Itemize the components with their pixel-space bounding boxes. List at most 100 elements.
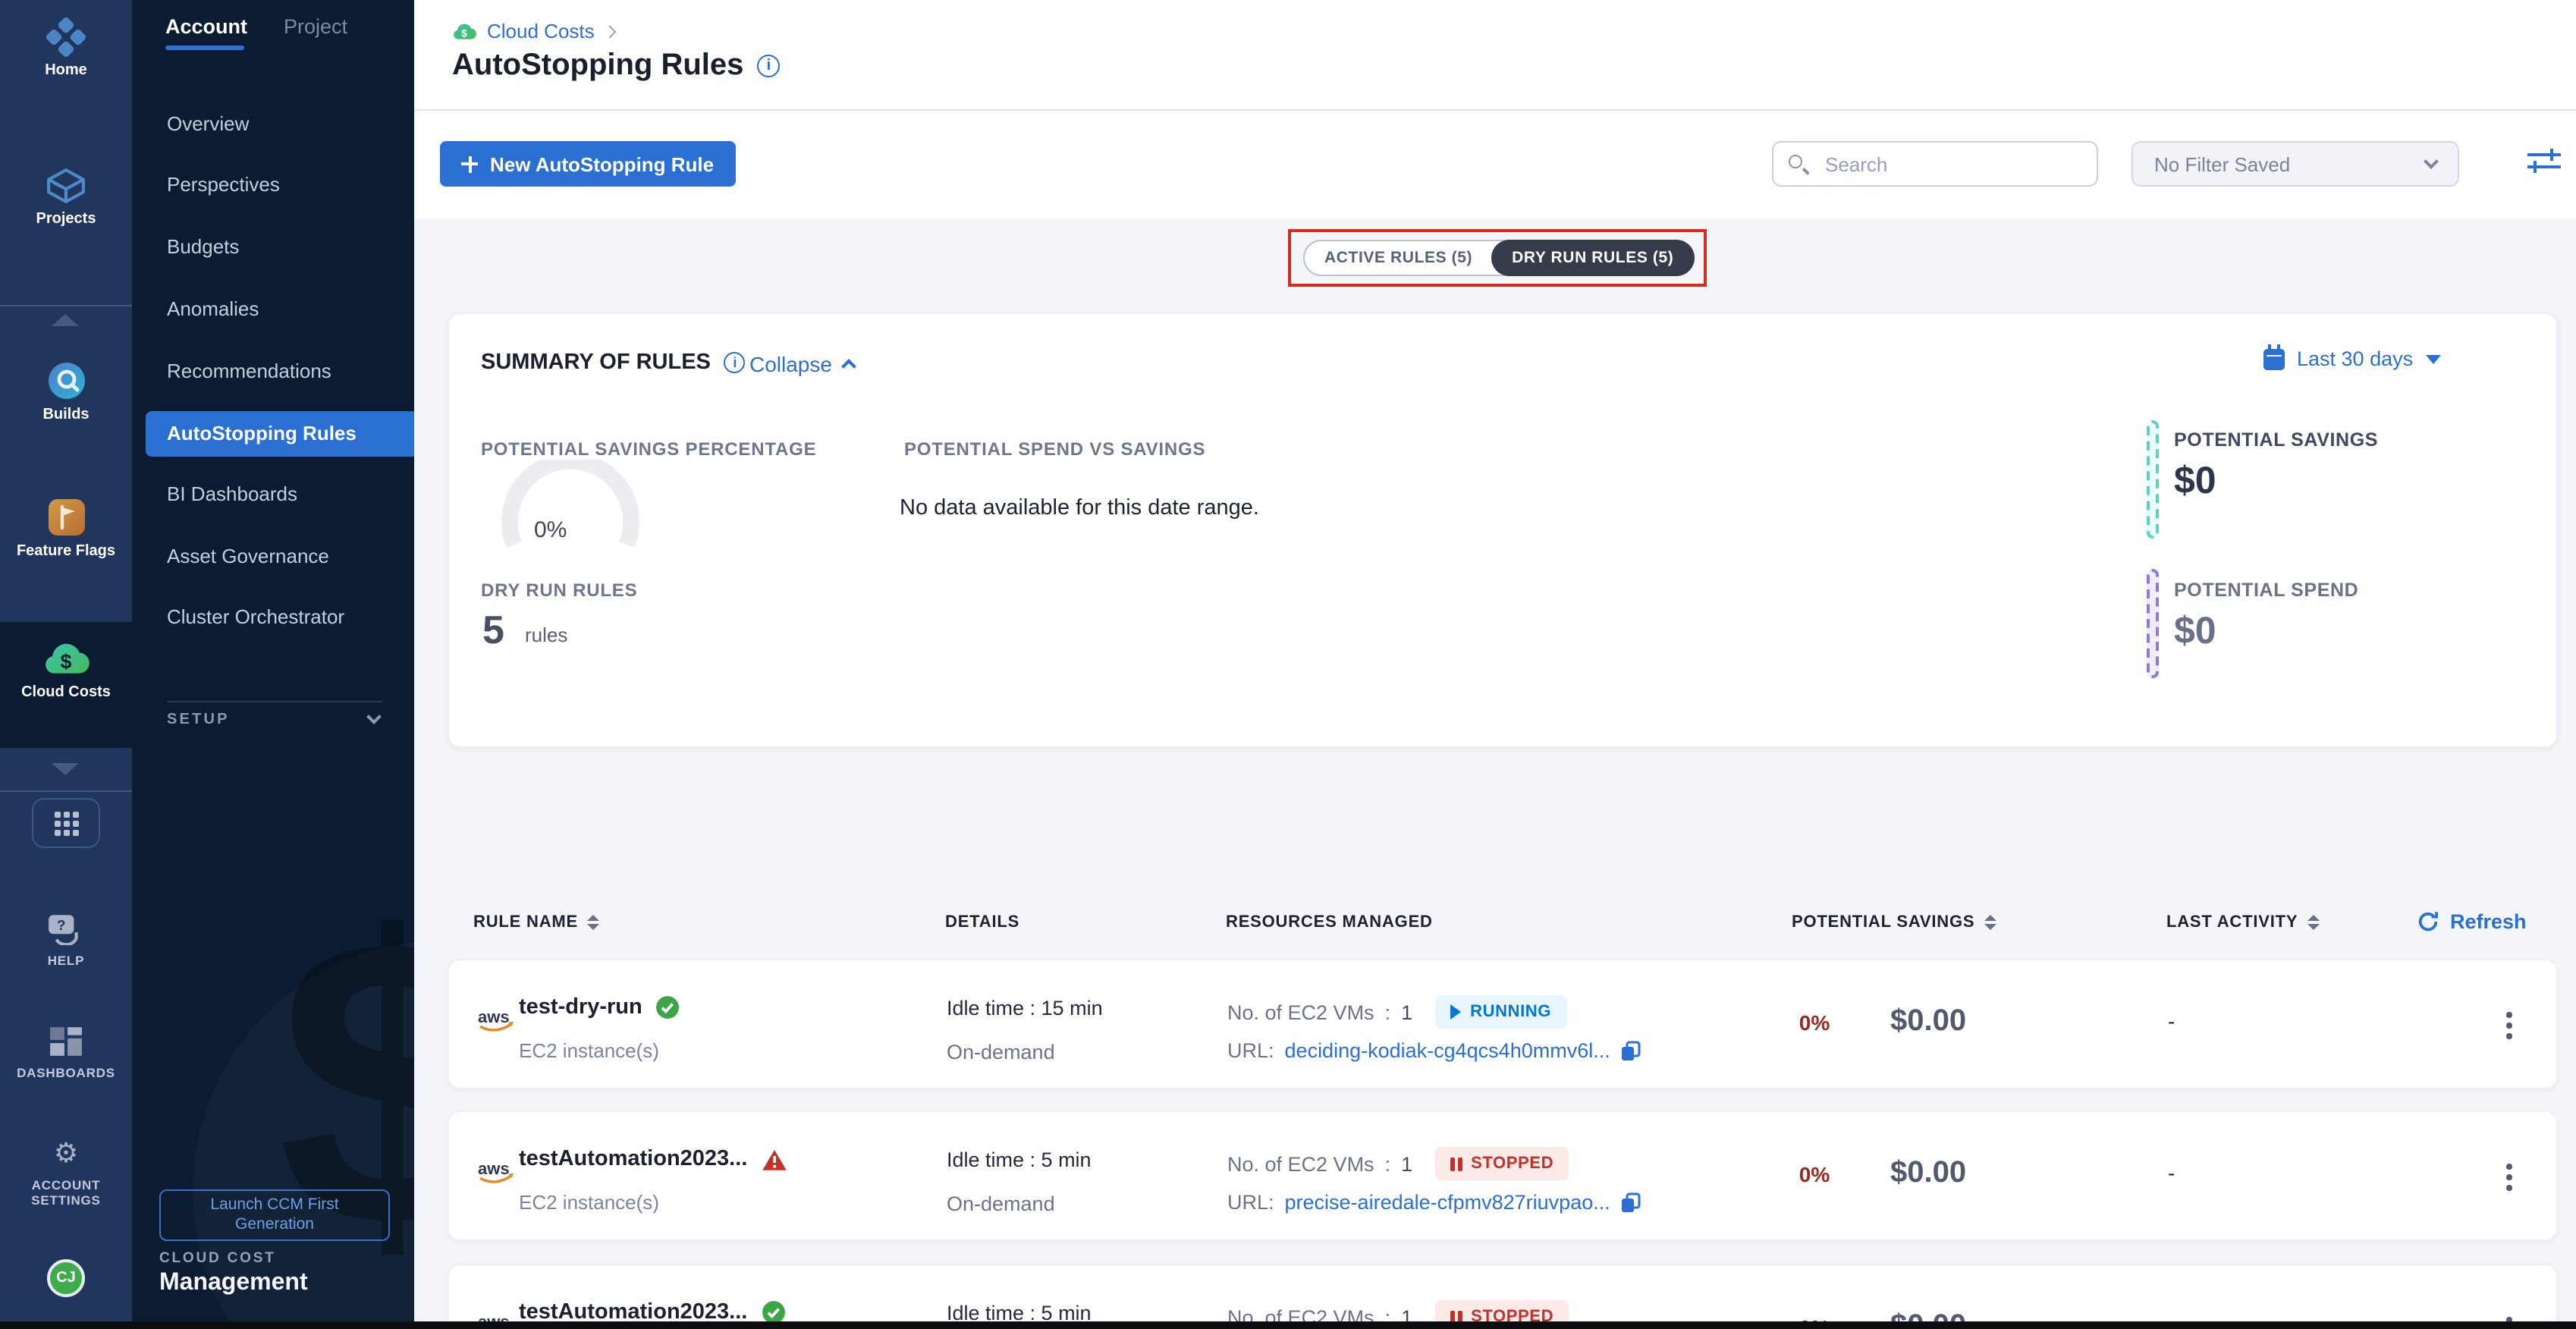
sidebar-item-perspectives[interactable]: Perspectives <box>132 162 414 208</box>
sidebar-item-overview[interactable]: Overview <box>132 102 414 147</box>
rule-name[interactable]: test-dry-run <box>519 995 642 1020</box>
sidebar-item-builds[interactable]: Builds <box>0 360 132 424</box>
gauge-value: 0% <box>534 517 567 543</box>
potential-savings-label: POTENTIAL SAVINGS <box>2174 429 2378 451</box>
sidebar-item-cloud-costs[interactable]: $ Cloud Costs <box>0 637 132 702</box>
rule-url-row: URL: precise-airedale-cfpmv827riuvpao... <box>1227 1191 1642 1214</box>
url-link[interactable]: precise-airedale-cfpmv827riuvpao... <box>1285 1191 1610 1214</box>
gear-icon: ⚙ <box>0 1132 132 1174</box>
rail-label: Builds <box>0 407 132 424</box>
collapse-up-icon[interactable] <box>52 314 79 326</box>
collapse-link[interactable]: Collapse <box>749 352 855 376</box>
sidebar-item-asset-governance[interactable]: Asset Governance <box>132 534 414 580</box>
sidebar-item-bi-dashboards[interactable]: BI Dashboards <box>132 472 414 517</box>
tab-account[interactable]: Account <box>165 15 247 38</box>
row-menu-button[interactable] <box>2500 1006 2518 1045</box>
refresh-button[interactable]: Refresh <box>2417 910 2527 933</box>
avatar-initials: CJ <box>56 1270 76 1287</box>
spend-accent-bar <box>2147 569 2159 678</box>
col-potential-savings[interactable]: POTENTIAL SAVINGS <box>1792 913 1996 932</box>
sidebar-item-home[interactable]: Home <box>0 15 132 80</box>
healthy-check-icon <box>656 995 680 1020</box>
row-menu-button[interactable] <box>2500 1158 2518 1196</box>
sidebar-item-account-settings[interactable]: ⚙ ACCOUNT SETTINGS <box>0 1132 132 1208</box>
cloud-costs-icon: $ <box>0 637 132 680</box>
projects-cube-icon <box>0 164 132 206</box>
col-label: POTENTIAL SAVINGS <box>1792 913 1974 932</box>
svg-text:$: $ <box>61 649 72 672</box>
last-activity: - <box>2168 1009 2175 1033</box>
sort-icon[interactable] <box>2307 915 2319 930</box>
rail-label: ACCOUNT SETTINGS <box>0 1179 132 1208</box>
breadcrumb-link[interactable]: Cloud Costs <box>487 20 595 42</box>
sidebar-item-setup[interactable]: SETUP <box>167 712 379 728</box>
sidebar-item-feature-flags[interactable]: Feature Flags <box>0 496 132 561</box>
chevron-down-icon <box>366 709 382 724</box>
tab-project[interactable]: Project <box>284 15 347 38</box>
launch-ccm-first-gen-button[interactable]: Launch CCM First Generation <box>159 1189 390 1242</box>
url-label: URL: <box>1227 1039 1274 1062</box>
aws-icon: aws <box>476 1006 516 1042</box>
dashboards-tiles-icon <box>0 1020 132 1062</box>
col-label: DETAILS <box>945 913 1019 932</box>
header-divider <box>414 109 2576 111</box>
plus-icon <box>461 156 478 172</box>
aws-icon: aws <box>476 1158 516 1194</box>
help-chat-icon: ? <box>0 907 132 950</box>
svg-text:aws: aws <box>478 1007 510 1026</box>
toggle-dry-run-rules[interactable]: DRY RUN RULES (5) <box>1491 240 1695 276</box>
sidebar-item-dashboards[interactable]: DASHBOARDS <box>0 1020 132 1082</box>
module-title: Management <box>159 1270 308 1297</box>
sidebar-item-budgets[interactable]: Budgets <box>132 225 414 270</box>
sidebar-item-autostopping-rules[interactable]: AutoStopping Rules <box>146 411 414 457</box>
rail-label: DASHBOARDS <box>0 1067 132 1082</box>
page-title-text: AutoStopping Rules <box>452 49 743 83</box>
avatar[interactable]: CJ <box>47 1259 85 1297</box>
rule-title: testAutomation2023... <box>519 1147 787 1171</box>
module-eyebrow: CLOUD COST <box>159 1250 276 1267</box>
savings-amount: $0.00 <box>1890 1156 1966 1191</box>
setup-label: SETUP <box>167 712 230 728</box>
sidebar-item-cluster-orchestrator[interactable]: Cluster Orchestrator <box>132 595 414 640</box>
potential-spend-value: $0 <box>2174 610 2216 654</box>
filter-sliders-icon[interactable] <box>2527 149 2561 176</box>
search-input[interactable] <box>1822 143 2088 185</box>
sidebar-item-recommendations[interactable]: Recommendations <box>132 349 414 394</box>
sort-icon[interactable] <box>1984 915 1996 930</box>
toggle-active-rules[interactable]: ACTIVE RULES (5) <box>1305 241 1492 275</box>
info-icon[interactable]: i <box>724 352 746 373</box>
saved-filter-dropdown[interactable]: No Filter Saved <box>2131 141 2459 187</box>
rail-label: HELP <box>0 954 132 969</box>
sidebar-item-projects[interactable]: Projects <box>0 164 132 228</box>
info-icon[interactable]: i <box>757 55 780 77</box>
vms-label: No. of EC2 VMs <box>1227 1001 1374 1023</box>
savings-percent: 0% <box>1781 1162 1848 1186</box>
sidebar-item-anomalies[interactable]: Anomalies <box>132 287 414 332</box>
collapse-down-icon[interactable] <box>52 763 79 775</box>
rule-name[interactable]: testAutomation2023... <box>519 1147 747 1171</box>
summary-title-text: SUMMARY OF RULES <box>481 350 711 375</box>
date-range-picker[interactable]: Last 30 days <box>2263 347 2440 370</box>
table-row[interactable]: aws testAutomation2023... Idle time : 5 … <box>448 1264 2558 1329</box>
page-header: $ Cloud Costs AutoStopping Rules i New A… <box>414 0 2576 218</box>
play-icon <box>1450 1004 1461 1020</box>
rule-idle-time: Idle time : 15 min <box>947 997 1103 1020</box>
rail-label: Cloud Costs <box>0 684 132 702</box>
col-rule-name[interactable]: RULE NAME <box>473 913 599 932</box>
window-bottom-edge <box>0 1321 2576 1329</box>
module-sidebar: $ Account Project Overview Perspectives … <box>132 0 414 1329</box>
sidebar-item-help[interactable]: ? HELP <box>0 907 132 969</box>
active-tab-underline <box>165 46 244 49</box>
copy-icon[interactable] <box>1621 1040 1642 1061</box>
module-selector-button[interactable] <box>32 798 100 848</box>
sort-icon[interactable] <box>587 915 599 930</box>
table-row[interactable]: aws testAutomation2023... EC2 instance(s… <box>448 1111 2558 1241</box>
new-autostopping-rule-button[interactable]: New AutoStopping Rule <box>440 141 735 187</box>
calendar-icon <box>2263 348 2285 369</box>
copy-icon[interactable] <box>1621 1192 1642 1213</box>
url-link[interactable]: deciding-kodiak-cg4qcs4h0mmv6l... <box>1285 1039 1610 1062</box>
table-row[interactable]: aws test-dry-run EC2 instance(s) Idle ti… <box>448 959 2558 1089</box>
page-title: AutoStopping Rules i <box>452 49 780 83</box>
col-last-activity[interactable]: LAST ACTIVITY <box>2166 913 2319 932</box>
pause-icon <box>1450 1157 1462 1170</box>
